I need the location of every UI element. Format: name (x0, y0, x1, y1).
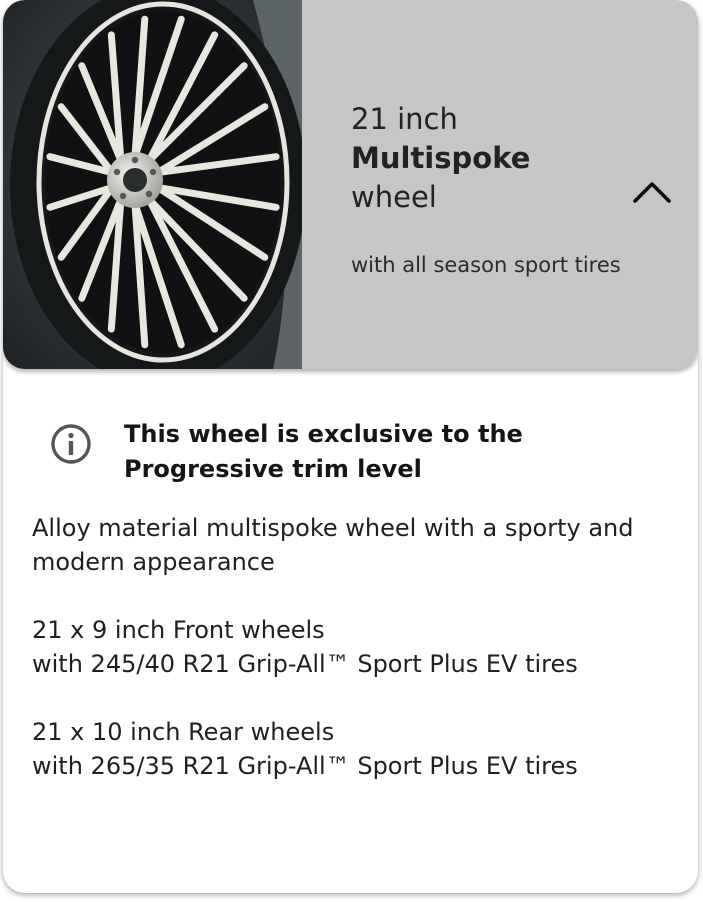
wheel-option-header[interactable]: 21 inch Multispoke wheel with all season… (3, 0, 698, 369)
wheel-photo (3, 0, 302, 369)
wheel-name: Multispoke (351, 141, 531, 175)
spec-title: 21 x 10 inch Rear wheels (32, 718, 335, 746)
spec-detail: with 265/35 R21 Grip-All™ Sport Plus EV … (32, 752, 578, 780)
wheel-size: 21 inch (351, 102, 458, 136)
collapse-toggle-button[interactable] (629, 172, 675, 212)
spec-title: 21 x 9 inch Front wheels (32, 616, 325, 644)
spec-detail: with 245/40 R21 Grip-All™ Sport Plus EV … (32, 650, 578, 678)
notice-text: This wheel is exclusive to the Progressi… (124, 420, 523, 483)
info-icon (51, 424, 91, 464)
wheel-description: Alloy material multispoke wheel with a s… (32, 514, 634, 576)
wheel-kind: wheel (351, 180, 437, 214)
chevron-up-icon (633, 182, 671, 203)
exclusivity-notice: This wheel is exclusive to the Progressi… (47, 417, 667, 497)
tire-note: with all season sport tires (351, 253, 621, 277)
front-wheel-spec: 21 x 9 inch Front wheels with 245/40 R21… (32, 613, 682, 681)
wheel-summary: 21 inch Multispoke wheel with all season… (351, 100, 631, 280)
wheel-option-card: 21 inch Multispoke wheel with all season… (3, 0, 698, 893)
rear-wheel-spec: 21 x 10 inch Rear wheels with 265/35 R21… (32, 715, 682, 783)
